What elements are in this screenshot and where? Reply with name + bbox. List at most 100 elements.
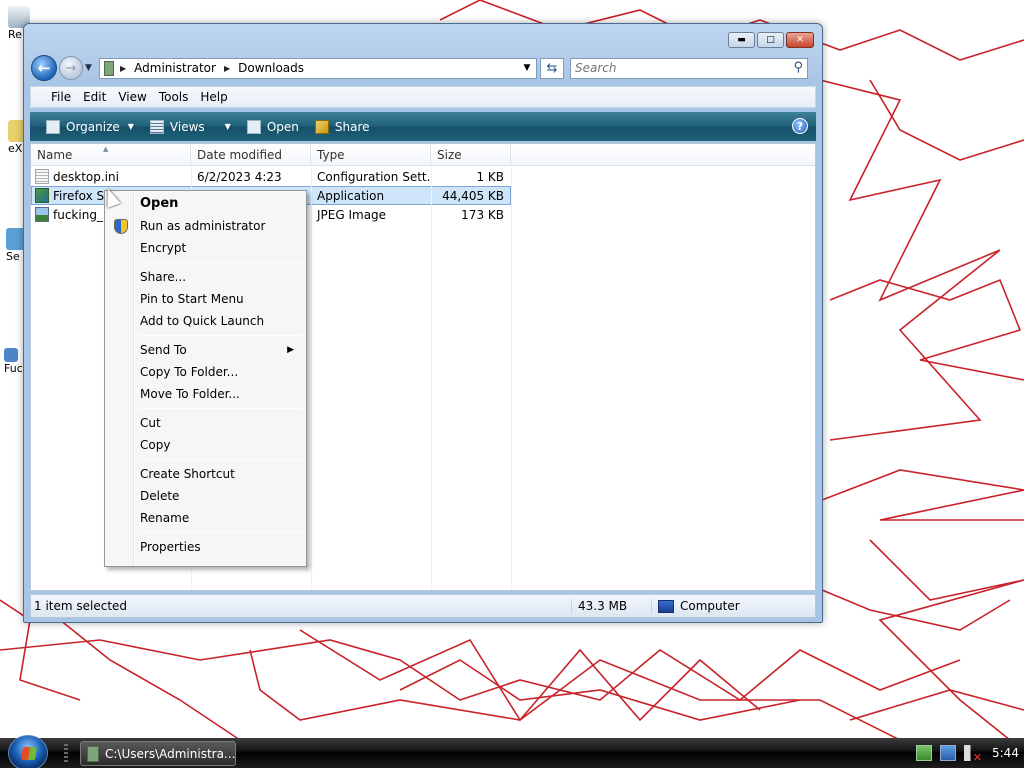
column-filler [511,144,815,165]
system-tray: 5:44 [908,738,1024,768]
column-divider [311,167,312,590]
breadcrumb-arrow-icon[interactable]: ▶ [224,64,230,73]
column-type[interactable]: Type [311,144,431,165]
address-dropdown-button[interactable]: ▼ [518,63,536,73]
context-menu: Open Run as administrator Encrypt Share.… [104,190,307,567]
maximize-button[interactable]: □ [757,32,784,48]
file-type: JPEG Image [317,207,387,222]
menu-item-pin-to-start[interactable]: Pin to Start Menu [107,288,304,310]
menu-item-properties[interactable]: Properties [107,536,304,558]
address-bar[interactable]: ▶ Administrator ▶ Downloads ▼ [99,57,537,79]
menu-item-encrypt[interactable]: Encrypt [107,237,304,259]
application-icon [35,188,49,203]
menu-separator [139,532,302,533]
file-size: 173 KB [461,207,504,222]
start-button[interactable] [8,735,48,768]
menu-item-open[interactable]: Open [107,193,304,215]
menu-item-create-shortcut[interactable]: Create Shortcut [107,463,304,485]
breadcrumb-arrow-icon[interactable]: ▶ [120,64,126,73]
taskbar-grip[interactable] [64,744,68,762]
windows-update-icon[interactable] [916,745,932,761]
breadcrumb-downloads[interactable]: Downloads [238,61,304,75]
help-icon: ? [796,119,804,133]
file-name: fucking_ [53,207,103,222]
organize-label: Organize [66,119,120,134]
menu-item-copy[interactable]: Copy [107,434,304,456]
menu-item-move-to-folder[interactable]: Move To Folder... [107,383,304,405]
desktop-icon-label: Se [6,250,20,263]
chevron-down-icon: ▼ [224,122,231,131]
share-icon [314,119,329,134]
jpeg-file-icon [35,207,49,222]
ini-file-icon [35,169,49,184]
taskbar: C:\Users\Administra... 5:44 [0,735,1024,768]
menu-separator [139,459,302,460]
menu-view[interactable]: View [112,90,152,104]
refresh-icon: ⇆ [546,60,558,76]
status-bar: 1 item selected 43.3 MB Computer [30,594,816,618]
organize-button[interactable]: Organize ▼ [38,119,142,134]
desktop-icon-label: Fuc [4,362,23,375]
back-arrow-icon: ← [37,59,51,77]
organize-icon [46,119,60,134]
search-box[interactable]: ⚲ [570,57,808,79]
menu-tools[interactable]: Tools [153,90,195,104]
back-button[interactable]: ← [31,55,57,81]
menu-edit[interactable]: Edit [77,90,112,104]
selection-size: 43.3 MB [571,599,651,613]
forward-button[interactable]: → [59,56,83,80]
menu-item-cut[interactable]: Cut [107,412,304,434]
menu-help[interactable]: Help [194,90,233,104]
taskbar-button-label: C:\Users\Administra... [105,746,236,761]
sort-ascending-icon: ▲ [103,145,109,153]
menu-separator [139,262,302,263]
menu-item-run-as-administrator[interactable]: Run as administrator [107,215,304,237]
submenu-arrow-icon: ▶ [287,345,294,355]
open-label: Open [266,119,299,134]
uac-shield-icon [114,219,128,234]
open-button[interactable]: Open [239,119,307,134]
recent-pages-dropdown[interactable]: ▼ [85,63,97,73]
file-row-desktop-ini[interactable]: desktop.ini 6/2/2023 4:23 Configuration … [31,167,815,186]
file-type: Configuration Sett... [317,169,431,184]
help-button[interactable]: ? [792,118,808,134]
minimize-button[interactable]: ▬ [728,32,755,48]
column-size[interactable]: Size [431,144,511,165]
file-date: 6/2/2023 4:23 [197,169,282,184]
folder-icon [87,745,99,762]
search-input[interactable] [571,58,771,78]
menu-item-share[interactable]: Share... [107,266,304,288]
column-date-modified[interactable]: Date modified [191,144,311,165]
menu-item-copy-to-folder[interactable]: Copy To Folder... [107,361,304,383]
selection-status: 1 item selected [34,599,128,613]
refresh-button[interactable]: ⇆ [540,57,564,79]
menu-item-rename[interactable]: Rename [107,507,304,529]
file-size: 1 KB [476,169,504,184]
menu-item-send-to[interactable]: Send To ▶ [107,339,304,361]
views-button[interactable]: Views ▼ [142,119,239,134]
menu-item-delete[interactable]: Delete [107,485,304,507]
folder-icon [104,60,114,76]
desktop-icon-label: eX [8,142,23,155]
chevron-down-icon: ▼ [127,122,134,131]
taskbar-button-explorer[interactable]: C:\Users\Administra... [80,741,236,766]
caption-buttons: ▬ □ ✕ [728,32,814,48]
clock[interactable]: 5:44 [992,746,1019,760]
share-button[interactable]: Share [307,119,378,134]
menu-bar: File Edit View Tools Help [30,86,816,108]
menu-item-add-to-quick-launch[interactable]: Add to Quick Launch [107,310,304,332]
menu-file[interactable]: File [45,90,77,104]
search-icon[interactable]: ⚲ [793,60,803,75]
volume-muted-icon[interactable] [964,745,982,764]
network-icon[interactable] [940,745,956,761]
computer-icon [658,599,674,613]
views-icon [149,119,164,134]
share-label: Share [334,119,370,134]
image-file-icon [4,348,18,362]
views-label: Views [169,119,205,134]
navigation-bar: ← → ▼ ▶ Administrator ▶ Downloads ▼ ⇆ ⚲ [31,54,816,82]
column-name[interactable]: ▲ Name [31,144,191,165]
column-headers: ▲ Name Date modified Type Size [31,144,815,166]
breadcrumb-administrator[interactable]: Administrator [134,61,216,75]
close-button[interactable]: ✕ [786,32,814,48]
